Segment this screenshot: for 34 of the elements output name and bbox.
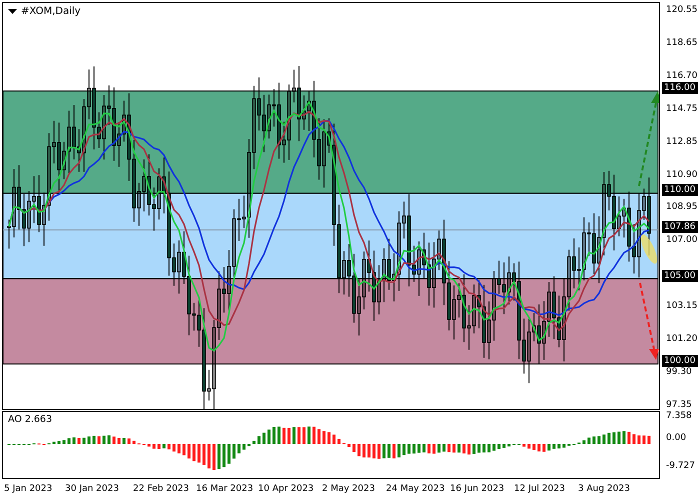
highlight-marker — [640, 234, 658, 264]
price-axis-label: 116.70 — [666, 70, 698, 82]
date-axis-label: 30 Jan 2023 — [65, 484, 119, 494]
price-level-label: 105.00 — [662, 270, 698, 282]
oscillator-axis-label: -9.727 — [666, 461, 696, 472]
price-axis-label: 108.95 — [666, 202, 698, 214]
price-axis-label: 114.75 — [666, 104, 698, 115]
date-axis-label: 12 Jul 2023 — [514, 484, 565, 494]
price-axis-label: 112.85 — [666, 136, 698, 148]
price-axis-label: 110.90 — [666, 170, 698, 180]
chart-title: #XOM,Daily — [21, 6, 81, 17]
date-axis-label: 24 May 2023 — [386, 484, 445, 494]
price-axis-label: 97.35 — [666, 400, 692, 411]
price-level-label: 100.00 — [662, 354, 698, 367]
oscillator-label: AO 2.663 — [8, 414, 52, 425]
price-axis-label: 101.20 — [666, 334, 698, 345]
price-axis-label: 118.65 — [666, 38, 698, 49]
date-axis-label: 16 Mar 2023 — [196, 484, 254, 494]
date-axis-label: 22 Feb 2023 — [133, 484, 190, 494]
price-level-label: 110.00 — [662, 184, 698, 196]
price-level-label: 116.00 — [662, 82, 698, 94]
price-axis-label: 103.15 — [666, 301, 698, 312]
oscillator-axis-label: 7.358 — [666, 411, 692, 422]
date-axis-label: 2 May 2023 — [322, 484, 375, 494]
date-axis-label: 3 Aug 2023 — [578, 484, 630, 494]
price-axis-label: 107.00 — [666, 235, 698, 246]
date-axis-label: 16 Jun 2023 — [450, 484, 504, 494]
date-axis-label: 10 Apr 2023 — [258, 484, 314, 494]
price-axis-label: 99.30 — [666, 366, 692, 378]
date-axis-label: 5 Jan 2023 — [4, 484, 52, 494]
price-axis-label: 120.55 — [666, 5, 698, 16]
dropdown-icon[interactable] — [8, 9, 17, 14]
oscillator-axis-label: 0.00 — [666, 433, 686, 444]
price-level-label: 107.86 — [662, 220, 698, 233]
